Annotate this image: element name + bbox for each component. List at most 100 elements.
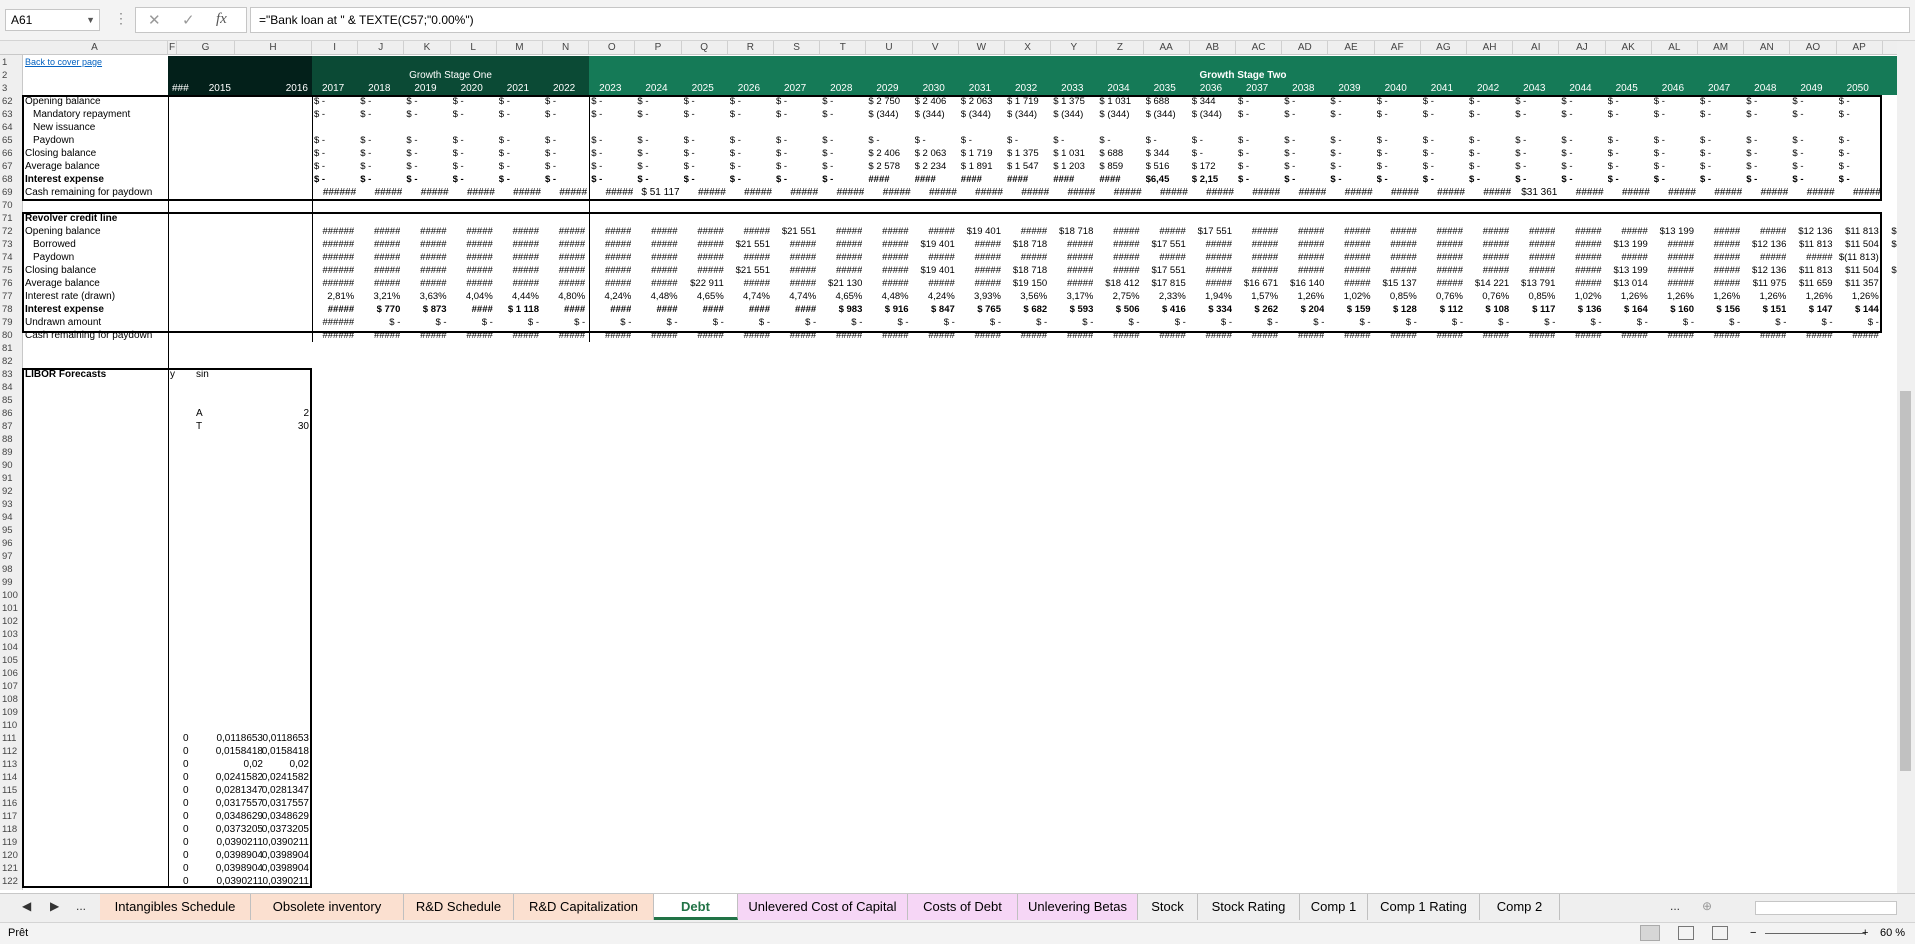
column-header-I[interactable]: I [312,41,359,54]
row-header-80[interactable]: 80 [0,329,22,342]
column-header-P[interactable]: P [635,41,682,54]
row-header-77[interactable]: 77 [0,290,22,303]
tab-unlevering-betas[interactable]: Unlevering Betas [1018,894,1138,920]
column-header-H[interactable]: H [235,41,312,54]
row-header-66[interactable]: 66 [0,147,22,160]
tab-costs-of-debt[interactable]: Costs of Debt [908,894,1018,920]
vertical-scrollbar[interactable] [1897,41,1915,893]
more-icon[interactable]: ⋮ [114,10,128,27]
row-header-110[interactable]: 110 [0,719,22,732]
next-sheet-icon[interactable]: ▶ [50,899,59,913]
row-header-105[interactable]: 105 [0,654,22,667]
page-break-icon[interactable] [1712,926,1728,940]
year-header[interactable]: 2015 [177,82,231,95]
value-cell[interactable]: $11 504 [1885,225,1897,238]
row-header-67[interactable]: 67 [0,160,22,173]
year-header[interactable]: 2038 [1282,82,1324,95]
name-box[interactable]: A61 ▼ [5,9,100,31]
row-header-82[interactable]: 82 [0,355,22,368]
column-header-U[interactable]: U [866,41,913,54]
row-header-99[interactable]: 99 [0,576,22,589]
year-header[interactable]: 2025 [682,82,724,95]
column-header-AJ[interactable]: AJ [1559,41,1606,54]
column-header-K[interactable]: K [404,41,451,54]
row-header-86[interactable]: 86 [0,407,22,420]
tab-comp-1[interactable]: Comp 1 [1300,894,1368,920]
column-header-AA[interactable]: AA [1144,41,1190,54]
year-header[interactable]: 2029 [866,82,908,95]
year-header[interactable]: 2035 [1144,82,1186,95]
row-header-92[interactable]: 92 [0,485,22,498]
column-header-AL[interactable]: AL [1652,41,1698,54]
row-header-116[interactable]: 116 [0,797,22,810]
year-header[interactable]: 2030 [913,82,955,95]
column-header-Y[interactable]: Y [1051,41,1098,54]
row-header-1[interactable]: 1 [0,56,22,69]
row-header-98[interactable]: 98 [0,563,22,576]
column-header-T[interactable]: T [820,41,867,54]
tab-unlevered-cost-of-capital[interactable]: Unlevered Cost of Capital [738,894,908,920]
year-header[interactable]: 2019 [404,82,446,95]
year-header[interactable]: 2033 [1051,82,1093,95]
row-header-78[interactable]: 78 [0,303,22,316]
year-header[interactable]: 2028 [820,82,862,95]
column-header-AB[interactable]: AB [1190,41,1236,54]
row-header-97[interactable]: 97 [0,550,22,563]
year-header[interactable]: 2050 [1837,82,1879,95]
column-header-R[interactable]: R [728,41,774,54]
tab-r-d-schedule[interactable]: R&D Schedule [404,894,514,920]
row-header-65[interactable]: 65 [0,134,22,147]
row-header-63[interactable]: 63 [0,108,22,121]
spreadsheet-grid[interactable]: A F G H I J K L M N O P Q R S T U V W X Y Z AA AB AC AD AE AF AG AH AI… [0,41,1897,890]
year-header[interactable]: 2032 [1005,82,1047,95]
row-header-62[interactable]: 62 [0,95,22,108]
row-header-73[interactable]: 73 [0,238,22,251]
column-header-X[interactable]: X [1005,41,1052,54]
year-header[interactable]: 2023 [589,82,631,95]
row-header-83[interactable]: 83 [0,368,22,381]
year-header[interactable]: 2039 [1328,82,1370,95]
column-header-AM[interactable]: AM [1698,41,1745,54]
column-header-V[interactable]: V [913,41,959,54]
row-header-95[interactable]: 95 [0,524,22,537]
year-header[interactable]: 2020 [451,82,493,95]
row-header-104[interactable]: 104 [0,641,22,654]
column-header-AD[interactable]: AD [1282,41,1329,54]
row-header-107[interactable]: 107 [0,680,22,693]
year-header[interactable]: 2024 [635,82,677,95]
column-header-AE[interactable]: AE [1328,41,1375,54]
column-header-AH[interactable]: AH [1467,41,1514,54]
column-header-F[interactable]: F [168,41,177,54]
row-header-96[interactable]: 96 [0,537,22,550]
row-header-112[interactable]: 112 [0,745,22,758]
stage-two-title[interactable]: Growth Stage Two [589,69,1897,82]
row-header-118[interactable]: 118 [0,823,22,836]
column-header-AG[interactable]: AG [1421,41,1467,54]
year-header[interactable]: 2041 [1421,82,1463,95]
row-header-64[interactable]: 64 [0,121,22,134]
row-header-113[interactable]: 113 [0,758,22,771]
row-header-121[interactable]: 121 [0,862,22,875]
normal-view-icon[interactable] [1640,925,1660,941]
row-header-109[interactable]: 109 [0,706,22,719]
column-header-Z[interactable]: Z [1097,41,1144,54]
row-header-120[interactable]: 120 [0,849,22,862]
year-header[interactable]: 2022 [543,82,585,95]
year-header[interactable]: 2045 [1606,82,1648,95]
year-header[interactable]: 2018 [358,82,400,95]
prev-sheet-icon[interactable]: ◀ [22,899,31,913]
stage-one-title[interactable]: Growth Stage One [312,69,589,82]
year-header[interactable]: 2026 [728,82,770,95]
year-header[interactable]: 2027 [774,82,816,95]
tabs-ellipsis[interactable]: ... [76,899,86,913]
column-header-L[interactable]: L [451,41,497,54]
tab-obsolete-inventory-reserve[interactable]: Obsolete inventory reserve [251,894,404,940]
horizontal-scrollbar[interactable] [1755,901,1897,915]
tab-stock[interactable]: Stock [1138,894,1198,920]
column-header-AO[interactable]: AO [1790,41,1837,54]
column-header-Q[interactable]: Q [682,41,728,54]
column-header-AF[interactable]: AF [1375,41,1421,54]
year-header[interactable]: 2049 [1790,82,1832,95]
enter-icon[interactable]: ✓ [182,11,195,29]
tab-r-d-capitalization[interactable]: R&D Capitalization [514,894,654,920]
